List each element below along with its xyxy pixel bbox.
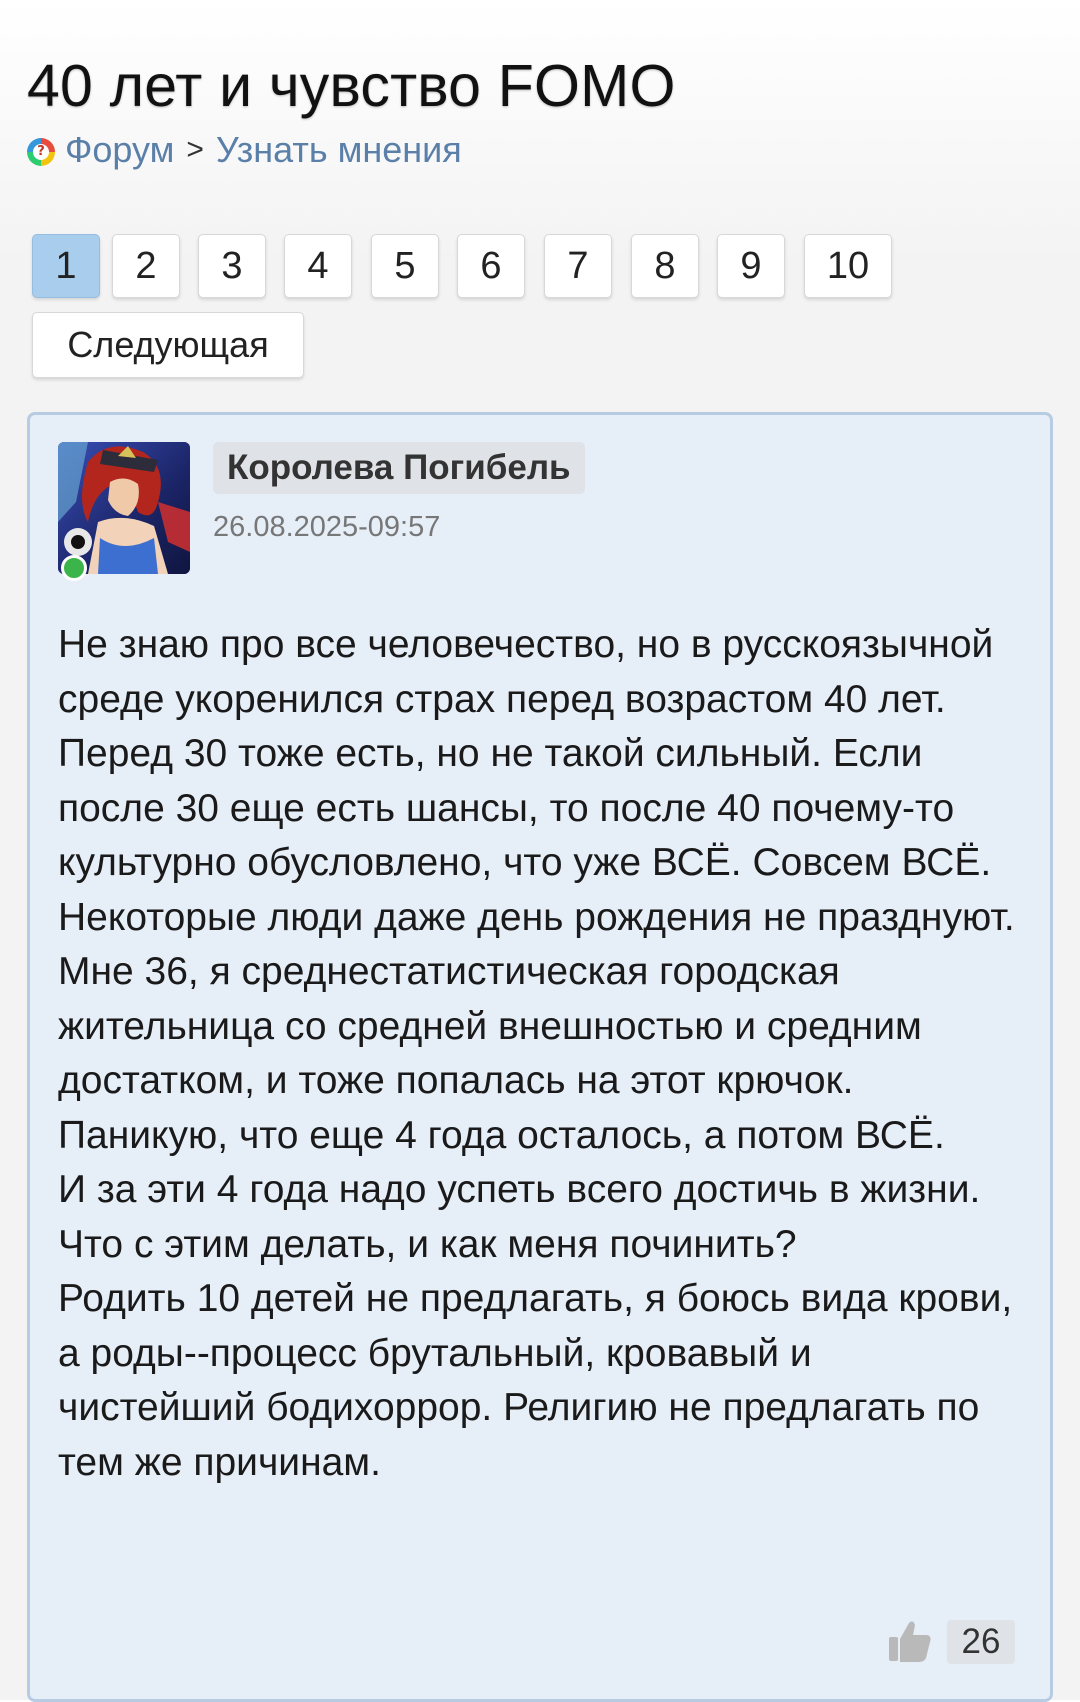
avatar-image — [58, 442, 190, 574]
online-status-indicator — [61, 555, 87, 581]
page-button-1[interactable]: 1 — [32, 234, 100, 298]
page-button-8[interactable]: 8 — [631, 234, 699, 298]
forum-post: Королева Погибель 26.08.2025-09:57 Не зн… — [27, 412, 1053, 1702]
post-paragraph: Не знаю про все человечество, но в русск… — [58, 623, 1015, 939]
post-paragraph: И за эти 4 года надо успеть всего достич… — [58, 1168, 981, 1211]
breadcrumb-section-link[interactable]: Узнать мнения — [216, 129, 462, 171]
page-button-4[interactable]: 4 — [284, 234, 352, 298]
next-page-button[interactable]: Следующая — [32, 312, 304, 378]
page-button-3[interactable]: 3 — [198, 234, 266, 298]
page-button-7[interactable]: 7 — [544, 234, 612, 298]
page-button-9[interactable]: 9 — [717, 234, 785, 298]
avatar[interactable] — [58, 442, 190, 574]
breadcrumb-forum-link[interactable]: Форум — [65, 129, 174, 171]
page-button-6[interactable]: 6 — [457, 234, 525, 298]
post-body: Не знаю про все человечество, но в русск… — [58, 618, 1018, 1490]
breadcrumb-separator: > — [186, 133, 204, 166]
post-paragraph: Паникую, что еще 4 года осталось, а пото… — [58, 1113, 945, 1157]
post-paragraph: Что с этим делать, и как меня починить? — [58, 1222, 797, 1266]
like-count: 26 — [947, 1620, 1015, 1664]
post-date: 26.08.2025-09:57 — [213, 511, 441, 543]
thumbs-up-icon[interactable] — [885, 1617, 933, 1665]
page-button-5[interactable]: 5 — [371, 234, 439, 298]
page-button-2[interactable]: 2 — [112, 234, 180, 298]
breadcrumb: ? Форум > Узнать мнения — [27, 128, 462, 172]
author-name[interactable]: Королева Погибель — [213, 442, 585, 494]
post-paragraph: Родить 10 детей не предлагать, я боюсь в… — [58, 1277, 1013, 1484]
page-title: 40 лет и чувство FOMO — [27, 53, 676, 119]
page-button-10[interactable]: 10 — [804, 234, 892, 298]
post-paragraph: Мне 36, я среднестатистическая городская… — [58, 950, 922, 1102]
forum-logo-icon: ? — [27, 138, 55, 166]
